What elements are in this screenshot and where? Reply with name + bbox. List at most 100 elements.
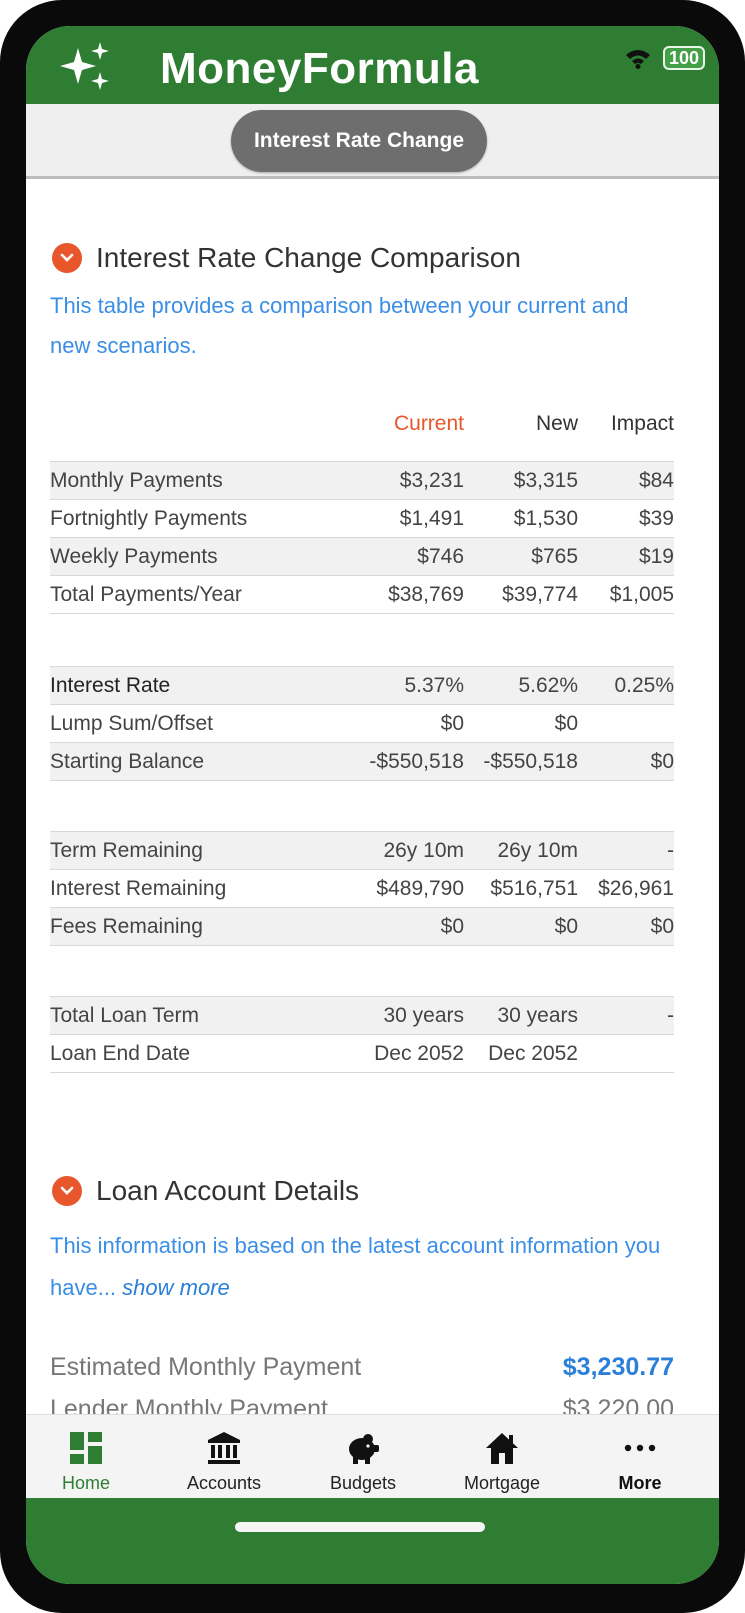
new-value: $39,774 <box>502 583 578 606</box>
row-label: Fees Remaining <box>50 915 203 938</box>
impact-value: $0 <box>650 915 674 938</box>
lender-payment-label: Lender Monthly Payment <box>50 1395 328 1415</box>
estimated-payment-value: $3,230.77 <box>562 1353 674 1381</box>
nav-budgets-label: Budgets <box>329 1473 397 1493</box>
phone-frame: MoneyFormula 100 Interest Rate Change In… <box>0 0 745 1613</box>
row-label: Interest Rate <box>50 674 171 697</box>
table-row: Fees Remaining $0 $0 $0 <box>50 907 674 946</box>
row-label: Monthly Payments <box>50 469 223 492</box>
collapse-chevron[interactable] <box>52 1176 82 1206</box>
new-value: 5.62% <box>518 674 578 697</box>
nav-accounts[interactable]: Accounts <box>164 1415 284 1499</box>
chevron-down-icon <box>60 253 74 262</box>
row-label: Total Payments/Year <box>50 583 242 606</box>
nav-more[interactable]: More <box>580 1415 700 1499</box>
column-impact: Impact <box>610 412 674 435</box>
impact-value: - <box>667 1004 674 1027</box>
row-label: Weekly Payments <box>50 545 218 568</box>
current-value: $0 <box>440 915 464 938</box>
current-value: $38,769 <box>388 583 464 606</box>
tab-interest-rate-change[interactable]: Interest Rate Change <box>231 110 487 172</box>
main-content[interactable]: Interest Rate Change Comparison This tab… <box>26 179 719 1415</box>
nav-mortgage-label: Mortgage <box>463 1473 541 1493</box>
table-row: Monthly Payments $3,231 $3,315 $84 <box>50 461 674 499</box>
rate-table: Interest Rate 5.37% 5.62% 0.25% Lump Sum… <box>50 666 674 781</box>
impact-value: $84 <box>638 469 674 492</box>
current-value: -$550,518 <box>369 750 464 773</box>
table-row: Weekly Payments $746 $765 $19 <box>50 537 674 575</box>
app-header: MoneyFormula 100 <box>26 26 719 104</box>
app-logo: MoneyFormula <box>52 38 484 96</box>
nav-mortgage[interactable]: Mortgage <box>442 1415 562 1499</box>
chevron-down-icon <box>60 1186 74 1195</box>
column-current: Current <box>393 412 464 435</box>
status-bar: 100 <box>625 46 705 70</box>
table-row: Term Remaining 26y 10m 26y 10m - <box>50 831 674 869</box>
new-value: $0 <box>554 915 578 938</box>
piggy-bank-icon <box>349 1434 379 1464</box>
more-dots-icon <box>624 1444 656 1452</box>
table-row: Total Loan Term 30 years 30 years - <box>50 996 674 1034</box>
row-label: Term Remaining <box>50 839 203 862</box>
loan-section-header[interactable]: Loan Account Details <box>52 1175 359 1207</box>
collapse-chevron[interactable] <box>52 243 82 273</box>
impact-value: 0.25% <box>614 674 674 697</box>
current-value: $0 <box>440 712 464 735</box>
comparison-title: Interest Rate Change Comparison <box>96 242 521 273</box>
current-value: $489,790 <box>376 877 464 900</box>
term-table: Term Remaining 26y 10m 26y 10m - Interes… <box>50 831 674 946</box>
new-value: $0 <box>554 712 578 735</box>
nav-home[interactable]: Home <box>26 1415 146 1499</box>
dashboard-icon <box>70 1432 102 1464</box>
new-value: -$550,518 <box>483 750 578 773</box>
payments-table: Monthly Payments $3,231 $3,315 $84 Fortn… <box>50 461 674 614</box>
current-value: $746 <box>417 545 464 568</box>
house-icon <box>486 1433 518 1464</box>
new-value: Dec 2052 <box>488 1042 578 1065</box>
new-value: $516,751 <box>490 877 578 900</box>
lender-payment-value: $3,220.00 <box>562 1395 674 1415</box>
table-row: Interest Remaining $489,790 $516,751 $26… <box>50 869 674 907</box>
impact-value: - <box>667 839 674 862</box>
row-label: Starting Balance <box>50 750 205 773</box>
table-row: Lump Sum/Offset $0 $0 <box>50 704 674 742</box>
table-row: Fortnightly Payments $1,491 $1,530 $39 <box>50 499 674 537</box>
sparkle-icon <box>60 42 109 90</box>
nav-home-label: Home <box>61 1473 110 1493</box>
comparison-description: This table provides a comparison between… <box>50 293 629 358</box>
current-value: 30 years <box>383 1004 464 1027</box>
show-more-link[interactable]: show more <box>122 1275 230 1300</box>
home-indicator[interactable] <box>235 1522 485 1532</box>
new-value: 26y 10m <box>497 839 578 862</box>
loan-term-table: Total Loan Term 30 years 30 years - Loan… <box>50 996 674 1073</box>
current-value: $1,491 <box>399 507 464 530</box>
impact-value: $39 <box>638 507 674 530</box>
impact-value: $26,961 <box>598 877 674 900</box>
row-label: Lump Sum/Offset <box>50 712 214 735</box>
comparison-section-header[interactable]: Interest Rate Change Comparison <box>52 242 521 274</box>
table-row: Starting Balance -$550,518 -$550,518 $0 <box>50 742 674 781</box>
row-label: Total Loan Term <box>50 1004 200 1027</box>
row-label: Interest Remaining <box>50 877 227 900</box>
home-bar <box>26 1498 719 1584</box>
row-label: Fortnightly Payments <box>50 507 248 530</box>
nav-more-label: More <box>618 1473 662 1493</box>
current-value: 5.37% <box>404 674 464 697</box>
wifi-icon <box>625 50 650 69</box>
current-value: 26y 10m <box>383 839 464 862</box>
app-name: MoneyFormula <box>160 44 479 93</box>
impact-value: $0 <box>650 750 674 773</box>
loan-title: Loan Account Details <box>96 1175 360 1206</box>
nav-budgets[interactable]: Budgets <box>303 1415 423 1499</box>
estimated-payment-row: Estimated Monthly Payment $3,230.77 <box>50 1349 674 1389</box>
table-row: Loan End Date Dec 2052 Dec 2052 <box>50 1034 674 1073</box>
battery-indicator: 100 <box>662 46 705 70</box>
row-label: Loan End Date <box>50 1042 191 1065</box>
impact-value: $19 <box>638 545 674 568</box>
current-value: $3,231 <box>399 469 464 492</box>
loan-description: This information is based on the latest … <box>50 1225 670 1309</box>
tab-strip: Interest Rate Change <box>26 104 719 179</box>
new-value: $1,530 <box>513 507 578 530</box>
bank-icon <box>208 1432 240 1464</box>
current-value: Dec 2052 <box>374 1042 464 1065</box>
